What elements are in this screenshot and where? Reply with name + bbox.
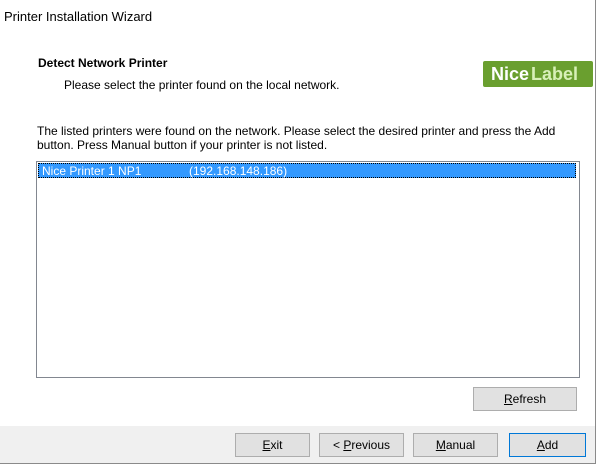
- add-button[interactable]: Add: [509, 433, 586, 457]
- page-subheading: Please select the printer found on the l…: [64, 78, 340, 92]
- wizard-window: Printer Installation Wizard Detect Netwo…: [0, 0, 596, 464]
- previous-button[interactable]: < Previous: [319, 433, 404, 457]
- page-heading: Detect Network Printer: [38, 56, 168, 70]
- title-bar: Printer Installation Wizard: [0, 0, 595, 30]
- exit-button[interactable]: Exit: [235, 433, 310, 457]
- nicelabel-logo: Nice Label: [483, 61, 593, 87]
- printer-list-item[interactable]: Nice Printer 1 NP1 (192.168.148.186): [38, 163, 576, 178]
- logo-text-nice: Nice: [491, 64, 530, 84]
- refresh-button[interactable]: Refresh: [473, 387, 577, 411]
- instructions-text: The listed printers were found on the ne…: [37, 124, 556, 152]
- logo-text-label: Label: [531, 64, 579, 84]
- printer-list[interactable]: Nice Printer 1 NP1 (192.168.148.186): [36, 161, 580, 378]
- manual-button[interactable]: Manual: [413, 433, 498, 457]
- printer-name: Nice Printer 1 NP1: [42, 164, 142, 178]
- window-title: Printer Installation Wizard: [4, 9, 153, 24]
- printer-ip: (192.168.148.186): [189, 164, 288, 178]
